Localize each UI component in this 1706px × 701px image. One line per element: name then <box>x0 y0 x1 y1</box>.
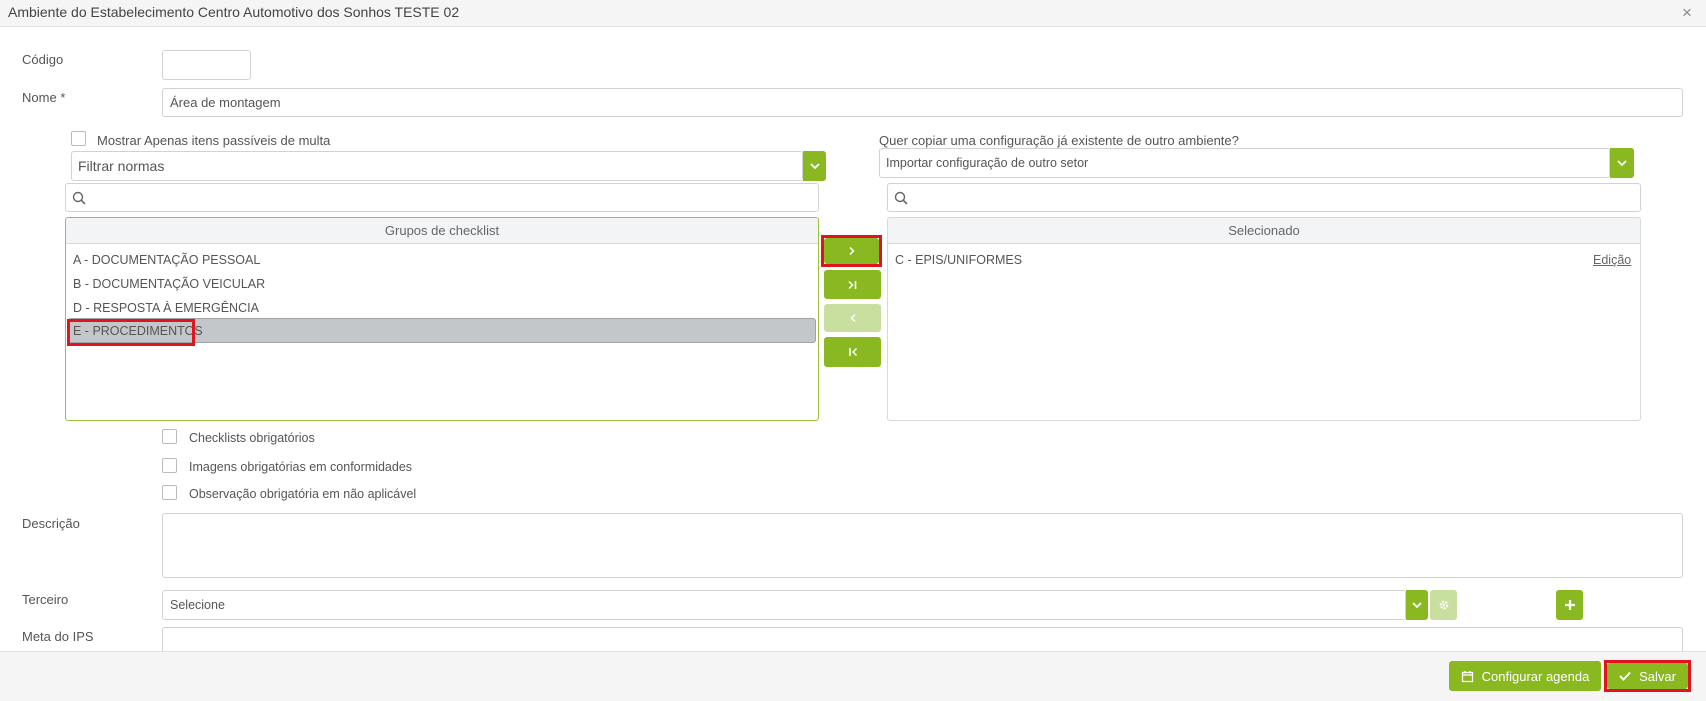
nome-label-text: Nome <box>22 90 57 105</box>
check-icon <box>1619 671 1631 681</box>
move-one-button[interactable] <box>824 238 879 264</box>
chevron-left-icon <box>849 313 856 323</box>
selected-panel-header: Selecionado <box>888 218 1640 244</box>
imagens-obrigatorias-label: Imagens obrigatórias em conformidades <box>189 460 413 474</box>
descricao-label: Descrição <box>22 516 80 531</box>
nome-label: Nome * <box>22 90 65 105</box>
gear-icon <box>1439 600 1448 610</box>
list-item[interactable]: A - DOCUMENTAÇÃO PESSOAL <box>73 253 260 267</box>
chevron-down-icon <box>1412 602 1422 609</box>
configurar-agenda-button[interactable]: Configurar agenda <box>1449 661 1601 691</box>
terceiro-label: Terceiro <box>22 592 69 607</box>
codigo-label: Código <box>22 52 64 67</box>
terceiro-dropdown-button[interactable] <box>1406 590 1428 620</box>
multa-label: Mostrar Apenas itens passíveis de multa <box>97 133 331 148</box>
chevron-down-icon <box>1617 160 1627 167</box>
filtrar-normas-select[interactable]: Filtrar normas <box>71 151 803 181</box>
observacao-obrigatoria-checkbox[interactable] <box>162 485 177 500</box>
add-terceiro-button[interactable] <box>1556 590 1583 620</box>
window-title: Ambiente do Estabelecimento Centro Autom… <box>8 4 460 20</box>
multa-checkbox[interactable] <box>71 131 86 146</box>
observacao-obrigatoria-label: Observação obrigatória em não aplicável <box>189 487 417 501</box>
search-icon <box>72 191 86 205</box>
move-all-button[interactable] <box>824 270 881 299</box>
filtrar-normas-text: Filtrar normas <box>78 158 165 174</box>
search-icon <box>894 191 908 205</box>
terceiro-select[interactable]: Selecione <box>162 590 1406 620</box>
remove-all-icon <box>848 347 857 357</box>
checklist-groups-header: Grupos de checklist <box>66 218 818 244</box>
selected-panel: Selecionado C - EPIS/UNIFORMES Edição <box>887 217 1641 421</box>
filtrar-normas-dropdown-button[interactable] <box>803 151 826 181</box>
copy-question-label: Quer copiar uma configuração já existent… <box>879 133 1239 148</box>
importar-config-dropdown-button[interactable] <box>1610 148 1634 178</box>
checklists-obrigatorios-checkbox[interactable] <box>162 429 177 444</box>
importar-config-select[interactable]: Importar configuração de outro setor <box>879 148 1610 178</box>
left-search-input[interactable] <box>65 183 819 212</box>
codigo-input[interactable] <box>162 50 251 80</box>
plus-icon <box>1564 600 1575 610</box>
terceiro-settings-button[interactable] <box>1430 590 1457 620</box>
selected-list-item[interactable]: C - EPIS/UNIFORMES <box>895 253 1022 267</box>
remove-all-button[interactable] <box>824 337 881 367</box>
imagens-obrigatorias-checkbox[interactable] <box>162 458 177 473</box>
checklists-obrigatorios-label: Checklists obrigatórios <box>189 431 315 445</box>
chevron-down-icon <box>809 163 820 170</box>
meta-ips-label: Meta do IPS <box>22 629 94 644</box>
required-asterisk: * <box>60 90 66 105</box>
move-all-icon <box>847 280 856 289</box>
close-icon[interactable]: × <box>1682 3 1692 23</box>
highlight-selected-item <box>67 319 195 346</box>
list-item[interactable]: D - RESPOSTA À EMERGÊNCIA <box>73 301 259 315</box>
list-item[interactable]: B - DOCUMENTAÇÃO VEICULAR <box>73 277 265 291</box>
salvar-button[interactable]: Salvar <box>1607 663 1688 689</box>
nome-input[interactable]: Área de montagem <box>162 88 1683 117</box>
chevron-right-icon <box>848 246 855 256</box>
importar-config-text: Importar configuração de outro setor <box>886 156 1089 170</box>
remove-one-button[interactable] <box>824 304 881 332</box>
descricao-textarea[interactable] <box>162 513 1683 578</box>
calendar-icon <box>1461 670 1473 682</box>
salvar-label: Salvar <box>1639 668 1676 684</box>
edicao-link[interactable]: Edição <box>1593 253 1631 267</box>
configurar-agenda-label: Configurar agenda <box>1481 668 1590 684</box>
right-search-input[interactable] <box>887 183 1641 212</box>
